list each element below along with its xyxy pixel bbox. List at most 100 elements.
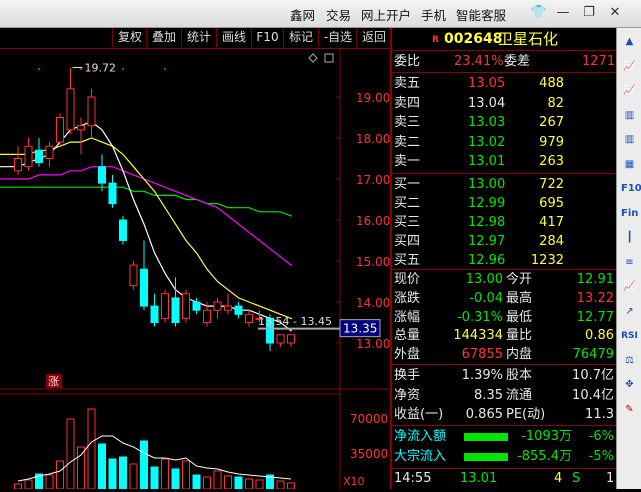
diamond-icon [308,53,318,63]
stock-name: 卫星石化 [498,30,559,48]
ask-row: 卖一 13.01 263 [392,153,616,171]
candle-body [56,117,64,143]
stat-value: 13.22 [576,290,614,306]
close-icon[interactable]: ✕ [606,4,624,22]
kline-chart-area[interactable]: 19.00 18.00 17.00 16.00 15.00 14.00 13.00 70000… [0,49,390,490]
volume-bar [87,408,96,490]
shirt-icon[interactable]: 👕 [530,4,548,22]
volume-tick-label: 70000 [350,412,388,426]
candle-body [24,145,33,168]
ask-price: 13.01 [468,154,506,169]
bid-price: 12.96 [468,253,506,268]
restore-icon[interactable]: ❐ [580,4,598,22]
ask-price: 13.04 [468,95,506,111]
candle-icon[interactable]: ┃ [621,230,638,246]
bar-chart-icon[interactable]: ▥ [621,132,638,148]
stat-label: 量比 [506,328,533,344]
menu-mobile[interactable]: 手机 [421,5,446,24]
stat-label: 涨幅 [394,309,421,325]
ask-label: 卖二 [394,134,421,150]
stat-label: 最低 [506,309,533,325]
volume-bar [287,482,295,490]
stat-label: 外盘 [394,347,421,363]
overlay-button[interactable]: 叠加 [146,28,181,47]
chart-icon[interactable]: 📈 [621,59,638,75]
menu-customer-service[interactable]: 智能客服 [456,5,506,24]
fundamental-value: 10.7亿 [572,368,614,383]
f10-icon[interactable]: F10 [621,181,641,197]
ask-row: 卖二 13.02 979 [392,134,616,152]
ask-volume: 267 [539,115,564,130]
volume-bar [66,418,75,490]
volume-bar [182,460,190,490]
move-icon[interactable]: ✥ [621,377,638,393]
tick-volume: 4 [554,471,563,486]
divider [392,425,616,426]
chart-icon[interactable]: 📈 [621,279,638,295]
chart-icon[interactable]: 📈 [621,83,638,99]
bid-price: 12.98 [468,215,506,230]
back-button[interactable]: 返回 [356,28,391,47]
flow-row: 大宗流入 -855.4万 -5% [392,448,616,466]
fin-icon[interactable]: Fin [621,206,638,222]
divider [392,468,616,469]
ma60-line [0,186,292,217]
fundamental-label: 股本 [506,368,533,383]
grid-icon[interactable]: ▦ [621,157,638,173]
stat-value: 0.86 [585,328,614,344]
ask-volume: 979 [539,134,564,150]
candle-body [129,264,138,287]
menu-open-account[interactable]: 网上开户 [361,5,411,24]
stat-value: 144334 [453,328,503,344]
stat-row: 总量 144334 量比 0.86 [392,327,616,345]
volume-unit-label: X10 [343,475,365,488]
candle-body [234,305,243,315]
kline-chart[interactable]: 19.00 18.00 17.00 16.00 15.00 14.00 13.00 70000… [0,49,390,490]
flow-percent: -6% [588,429,614,444]
candle-body [150,305,159,324]
fuquan-button[interactable]: 复权 [112,28,147,47]
tick-time: 14:55 [394,471,432,486]
bid-row: 买一 13.00 722 [392,176,616,194]
up-arrow-icon[interactable]: ▲ [621,34,638,50]
weicha-value: 1271 [582,54,616,69]
stat-label: 最高 [506,290,533,306]
event-marker [164,68,166,70]
fundamental-label: 收益(一) [394,407,444,422]
volume-bar [98,443,106,490]
pen-icon[interactable]: ✎ [621,402,638,418]
menu-xinwang[interactable]: 鑫网 [290,5,315,24]
bid-label: 买三 [394,215,421,230]
range-label: 13.54 - 13.45 [258,315,332,328]
volume-tick-label: 35000 [350,447,388,461]
menu-trade[interactable]: 交易 [326,5,351,24]
f10-button[interactable]: F10 [251,28,283,47]
candle-body [98,166,106,184]
candle-body [171,297,180,323]
ask-price: 13.03 [468,115,506,130]
remove-watchlist-button[interactable]: -自选 [318,28,357,47]
list-icon[interactable]: ≡ [621,255,638,271]
bid-row: 买五 12.96 1232 [392,252,616,270]
weibi-value: 23.41% [454,54,504,69]
volume-bar [171,468,180,490]
right-toolbar: ▲ 📈 📈 ▥ ▥ ▦ F10 Fin ┃ ≡ 📈 ↗ RSI ⚖ ✥ ✎ [616,28,641,489]
candle-body [245,313,253,323]
volume-bar [24,479,33,490]
scale-icon[interactable]: ⚖ [621,353,638,369]
divider [392,50,616,51]
bid-label: 买一 [394,177,421,192]
rsi-icon[interactable]: RSI [621,328,638,344]
minimize-icon[interactable]: — [554,4,572,22]
price-tick-label: 19.00 [356,91,390,105]
fundamental-value: 11.3 [585,407,614,422]
quote-panel: R 002648 卫星石化 委比 23.41% 委差 1271 14:55 13… [392,28,616,489]
fundamental-label: 净资 [394,387,421,403]
mark-button[interactable]: 标记 [283,28,318,47]
bar-chart-icon[interactable]: ▥ [621,108,638,124]
trend-icon[interactable]: ↗ [621,304,638,320]
statistics-button[interactable]: 统计 [181,28,216,47]
draw-line-button[interactable]: 画线 [216,28,251,47]
chart-option-icon [324,53,334,63]
candle-body [213,301,222,311]
